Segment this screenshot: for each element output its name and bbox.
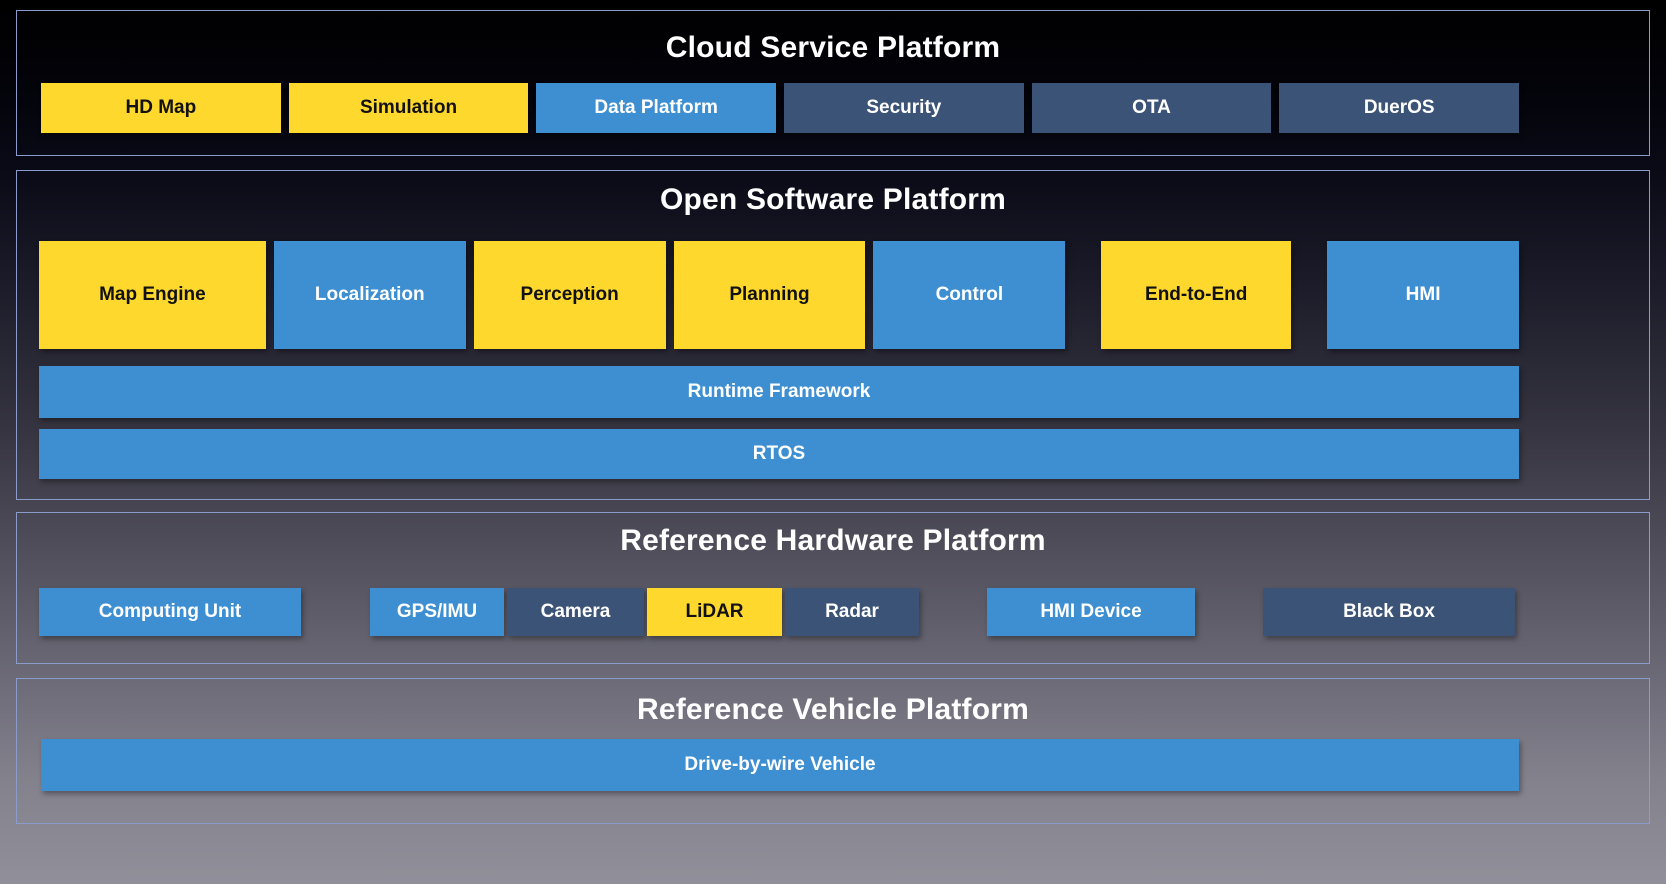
hardware-platform-section: Reference Hardware Platform Computing Un… [16,512,1650,664]
cloud-platform-section: Cloud Service Platform HD Map Simulation… [16,10,1650,156]
hardware-item-hmi-device: HMI Device [987,588,1195,636]
software-module-perception: Perception [473,241,666,349]
drive-by-wire-vehicle-bar: Drive-by-wire Vehicle [41,739,1519,791]
hardware-items-row: Computing Unit GPS/IMU Camera LiDAR Rada… [39,588,1535,636]
hardware-item-computing-unit: Computing Unit [39,588,301,636]
software-module-map-engine: Map Engine [39,241,266,349]
hardware-item-gps-imu: GPS/IMU [370,588,504,636]
software-module-end-to-end: End-to-End [1101,241,1292,349]
cloud-item-ota: OTA [1031,83,1272,133]
cloud-items-row: HD Map Simulation Data Platform Security… [41,83,1520,133]
cloud-item-hd-map: HD Map [41,83,281,133]
software-module-planning: Planning [673,241,866,349]
runtime-framework-bar: Runtime Framework [39,366,1519,418]
software-platform-title: Open Software Platform [659,183,1007,216]
cloud-item-dueros: DuerOS [1279,83,1520,133]
hardware-item-camera: Camera [507,588,644,636]
software-module-hmi: HMI [1327,241,1519,349]
rtos-bar: RTOS [39,429,1519,479]
cloud-platform-title: Cloud Service Platform [665,31,1001,64]
software-module-localization: Localization [273,241,466,349]
software-module-control: Control [873,241,1066,349]
cloud-item-simulation: Simulation [288,83,529,133]
software-modules-row: Map Engine Localization Perception Plann… [39,241,1519,349]
hardware-item-lidar: LiDAR [647,588,782,636]
vehicle-platform-title: Reference Vehicle Platform [636,693,1030,726]
hardware-item-radar: Radar [785,588,919,636]
hardware-item-black-box: Black Box [1263,588,1515,636]
cloud-item-security: Security [784,83,1024,133]
vehicle-platform-section: Reference Vehicle Platform Drive-by-wire… [16,678,1650,824]
software-platform-section: Open Software Platform Map Engine Locali… [16,170,1650,500]
cloud-item-data-platform: Data Platform [536,83,777,133]
hardware-platform-title: Reference Hardware Platform [620,524,1046,557]
